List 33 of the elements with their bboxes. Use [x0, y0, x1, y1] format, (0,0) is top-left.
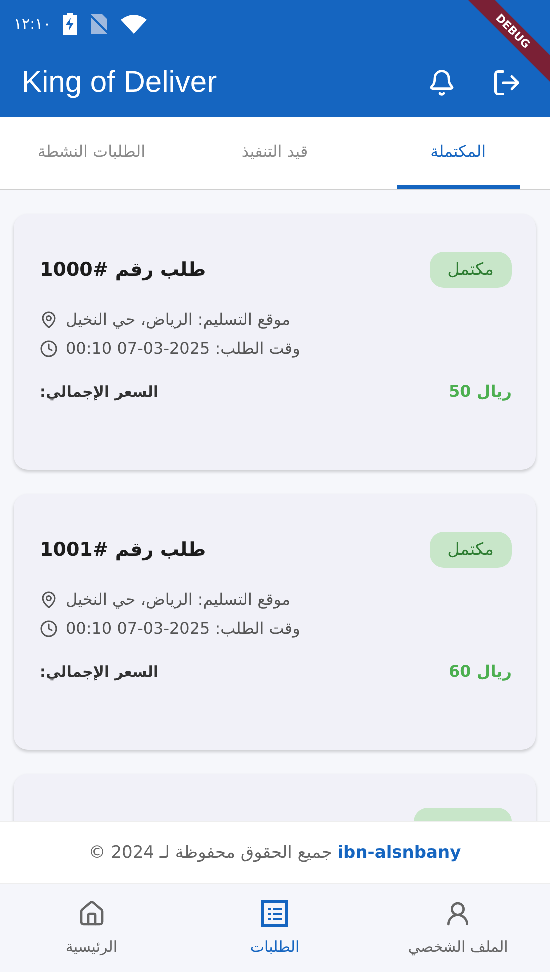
status-badge: مكتمل	[430, 532, 512, 568]
status-time: ١٢:١٠	[14, 15, 52, 33]
logout-icon	[492, 68, 522, 98]
wifi-icon	[121, 14, 148, 34]
order-card[interactable]: مكتمل طلب رقم #1001 موقع التسليم: الرياض، حي النخيل وقت الطلب: 2025-03-07 00:10 ريال 60 السعر الإجمالي:	[14, 494, 536, 750]
delivery-location: موقع التسليم: الرياض، حي النخيل	[66, 310, 291, 329]
nav-item[interactable]: الرئيسية	[0, 884, 184, 972]
price-label: السعر الإجمالي:	[40, 662, 159, 680]
order-time: وقت الطلب: 2025-03-07 00:10	[66, 619, 300, 638]
tab[interactable]: الطلبات النشطة	[30, 117, 154, 189]
nav-item[interactable]: الطلبات	[183, 884, 367, 972]
list-icon	[261, 900, 290, 928]
bell-icon	[428, 68, 456, 96]
tab[interactable]: قيد التنفيذ	[213, 117, 337, 189]
home-icon	[78, 900, 106, 928]
tab[interactable]: المكتملة	[396, 117, 520, 189]
app-title: King of Deliver	[22, 66, 218, 100]
location-pin-icon	[40, 310, 58, 328]
nav-item[interactable]: الملف الشخصي	[366, 884, 550, 972]
order-card[interactable]: مكتمل طلب رقم #1000 موقع التسليم: الرياض، حي النخيل وقت الطلب: 2025-03-07 00:10 ريال 50 السعر الإجمالي:	[14, 214, 536, 470]
order-price: ريال 60	[449, 662, 512, 681]
price-label: السعر الإجمالي:	[40, 382, 159, 400]
order-price: ريال 50	[449, 382, 512, 401]
order-title: طلب رقم #1001	[40, 539, 206, 561]
order-title: طلب رقم #1000	[40, 259, 206, 281]
no-sim-icon	[89, 13, 110, 35]
order-time: وقت الطلب: 2025-03-07 00:10	[66, 339, 300, 358]
clock-icon	[40, 620, 58, 638]
clock-icon	[40, 340, 58, 358]
location-pin-icon	[40, 590, 58, 608]
battery-charging-icon	[63, 13, 78, 35]
status-badge: مكتمل	[430, 252, 512, 288]
delivery-location: موقع التسليم: الرياض، حي النخيل	[66, 590, 291, 609]
